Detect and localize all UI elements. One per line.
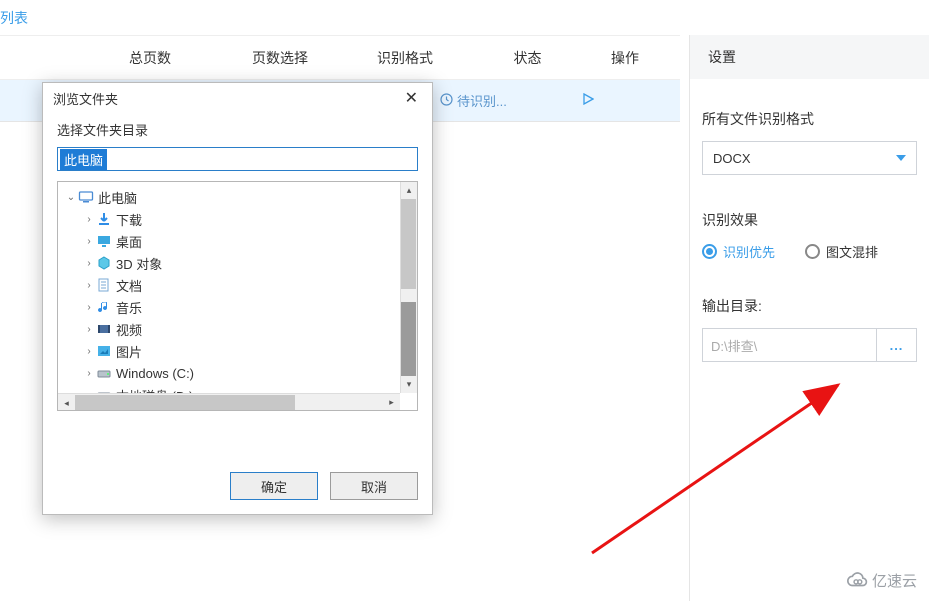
tree-item[interactable]: › 3D 对象 xyxy=(58,252,417,274)
ok-button[interactable]: 确定 xyxy=(230,472,318,500)
pc-icon xyxy=(78,189,94,205)
scroll-thumb[interactable] xyxy=(75,395,295,410)
scroll-down-button[interactable]: ▾ xyxy=(401,376,417,393)
tree-item[interactable]: ⌄ 此电脑 xyxy=(58,186,417,208)
dialog-subtitle: 选择文件夹目录 xyxy=(43,110,432,147)
expand-icon[interactable]: › xyxy=(82,258,96,269)
watermark: 亿速云 xyxy=(846,569,917,591)
status-text: 待识别... xyxy=(457,91,507,110)
output-group: D:\排查\ ... xyxy=(702,328,917,362)
expand-icon[interactable]: › xyxy=(82,214,96,225)
cancel-button[interactable]: 取消 xyxy=(330,472,418,500)
scroll-left-button[interactable]: ◂ xyxy=(58,395,75,411)
effect-radio-group: 识别优先 图文混排 xyxy=(702,242,917,261)
expand-icon[interactable]: › xyxy=(82,236,96,247)
tree-item[interactable]: › 音乐 xyxy=(58,296,417,318)
expand-icon[interactable]: › xyxy=(82,346,96,357)
effect-label: 识别效果 xyxy=(702,210,917,230)
vertical-scrollbar[interactable]: ▴ ▾ xyxy=(400,182,417,393)
selected-folder-text: 此电脑 xyxy=(60,149,107,170)
status-cell: 待识别... xyxy=(440,91,507,110)
format-value: DOCX xyxy=(713,151,751,166)
tree-item-label: 桌面 xyxy=(116,232,142,251)
horizontal-scrollbar[interactable]: ◂ ▸ xyxy=(58,393,400,410)
th-operation: 操作 xyxy=(590,48,660,68)
desktop-icon xyxy=(96,233,112,249)
tree-item-label: 此电脑 xyxy=(98,188,137,207)
th-status: 状态 xyxy=(465,48,590,68)
pic-icon xyxy=(96,343,112,359)
expand-icon[interactable]: › xyxy=(82,368,96,379)
output-label: 输出目录: xyxy=(702,296,917,316)
th-format: 识别格式 xyxy=(345,48,465,68)
tree-item[interactable]: › 文档 xyxy=(58,274,417,296)
tree-item[interactable]: › 视频 xyxy=(58,318,417,340)
scroll-right-button[interactable]: ▸ xyxy=(383,394,400,411)
tree-item[interactable]: › 下载 xyxy=(58,208,417,230)
radio-icon xyxy=(702,244,717,259)
radio-label: 图文混排 xyxy=(826,242,878,261)
radio-icon xyxy=(805,244,820,259)
disk-icon xyxy=(96,365,112,381)
settings-panel: 设置 所有文件识别格式 DOCX 识别效果 识别优先 图文混排 输出目录: D:… xyxy=(689,35,929,601)
tree-item-label: 音乐 xyxy=(116,298,142,317)
dialog-title-text: 浏览文件夹 xyxy=(53,89,118,108)
tree-item-label: 视频 xyxy=(116,320,142,339)
radio-label: 识别优先 xyxy=(723,242,775,261)
folder-path-input[interactable]: 此电脑 xyxy=(57,147,418,171)
doc-icon xyxy=(96,277,112,293)
down-icon xyxy=(96,211,112,227)
scroll-up-button[interactable]: ▴ xyxy=(401,182,417,199)
breadcrumb: 列表 xyxy=(0,8,28,28)
tree-item-label: 3D 对象 xyxy=(116,254,162,273)
play-button[interactable] xyxy=(582,93,594,108)
format-label: 所有文件识别格式 xyxy=(702,109,917,129)
chevron-down-icon xyxy=(896,155,906,161)
cube-icon xyxy=(96,255,112,271)
output-path-input[interactable]: D:\排查\ xyxy=(702,328,877,362)
dialog-titlebar: 浏览文件夹 ✕ xyxy=(43,83,432,110)
close-button[interactable]: ✕ xyxy=(401,91,422,107)
tree-item-label: Windows (C:) xyxy=(116,366,194,381)
tree-item[interactable]: › Windows (C:) xyxy=(58,362,417,384)
radio-mixed[interactable]: 图文混排 xyxy=(805,242,878,261)
th-page-select: 页数选择 xyxy=(215,48,345,68)
watermark-text: 亿速云 xyxy=(872,570,917,591)
settings-title: 设置 xyxy=(690,35,929,79)
tree-item-label: 文档 xyxy=(116,276,142,295)
music-icon xyxy=(96,299,112,315)
th-total-pages: 总页数 xyxy=(85,48,215,68)
video-icon xyxy=(96,321,112,337)
tree-item[interactable]: › 桌面 xyxy=(58,230,417,252)
table-header-row: 总页数 页数选择 识别格式 状态 操作 xyxy=(0,36,680,80)
expand-icon[interactable]: › xyxy=(82,302,96,313)
expand-icon[interactable]: › xyxy=(82,280,96,291)
tree-item[interactable]: › 图片 xyxy=(58,340,417,362)
radio-priority[interactable]: 识别优先 xyxy=(702,242,775,261)
clock-icon xyxy=(440,93,453,109)
scroll-thumb[interactable] xyxy=(401,302,416,380)
expand-icon[interactable]: › xyxy=(82,324,96,335)
tree-item-label: 图片 xyxy=(116,342,142,361)
cloud-icon xyxy=(846,569,868,591)
tree-item-label: 下载 xyxy=(116,210,142,229)
folder-tree: ⌄此电脑›下载›桌面›3D 对象›文档›音乐›视频›图片›Windows (C:… xyxy=(57,181,418,411)
dialog-footer: 确定 取消 xyxy=(43,454,432,514)
scroll-thumb[interactable] xyxy=(401,199,416,289)
expand-icon[interactable]: ⌄ xyxy=(64,192,78,203)
format-select[interactable]: DOCX xyxy=(702,141,917,175)
browse-button[interactable]: ... xyxy=(877,328,917,362)
browse-folder-dialog: 浏览文件夹 ✕ 选择文件夹目录 此电脑 ⌄此电脑›下载›桌面›3D 对象›文档›… xyxy=(42,82,433,515)
